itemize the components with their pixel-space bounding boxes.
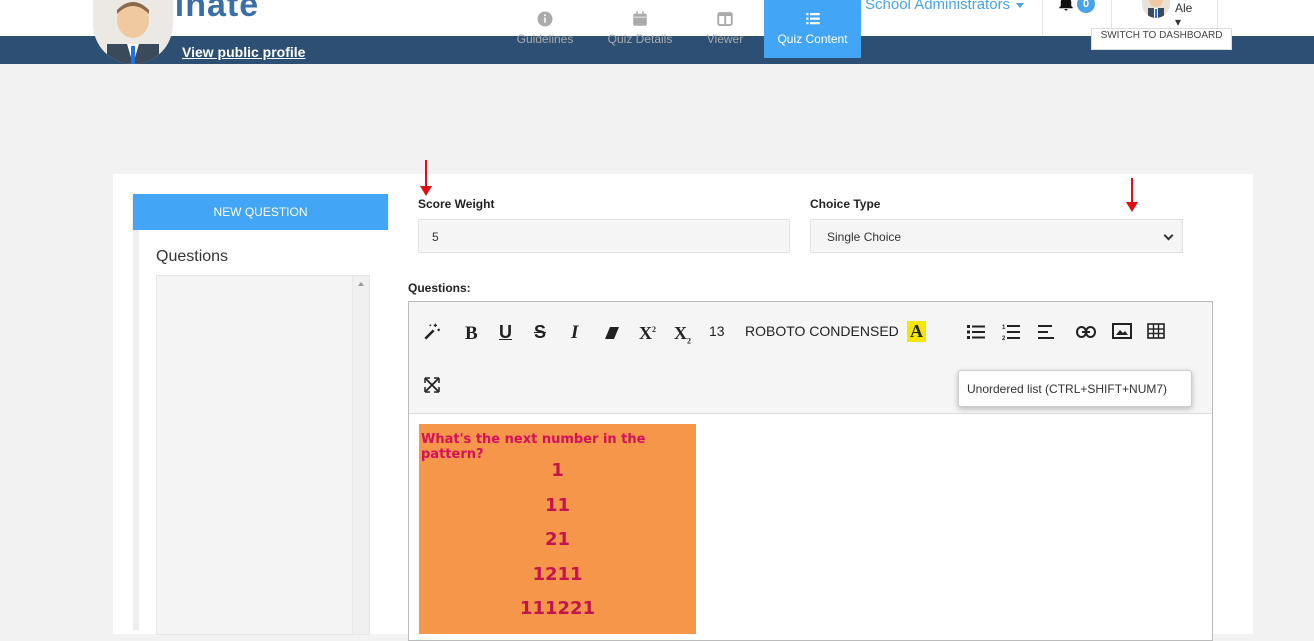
text-color-icon[interactable]: A	[907, 321, 926, 342]
scrollbar[interactable]	[352, 276, 369, 634]
tooltip: Unordered list (CTRL+SHIFT+NUM7)	[958, 370, 1192, 407]
bell-icon[interactable]	[1057, 0, 1075, 17]
view-public-profile-link[interactable]: View public profile	[182, 44, 305, 60]
notification-badge: 0	[1077, 0, 1095, 13]
tab-label: Viewer	[706, 32, 744, 46]
image-icon[interactable]	[1112, 323, 1132, 344]
font-family-select[interactable]: ROBOTO CONDENSED	[745, 323, 899, 339]
user-name-text: Ale	[1175, 1, 1193, 15]
tab-guidelines[interactable]: Guidelines	[506, 0, 584, 58]
calendar-icon	[633, 11, 647, 26]
score-weight-input[interactable]: 5	[418, 219, 790, 253]
tab-label: Quiz Content	[777, 32, 848, 46]
score-weight-label: Score Weight	[418, 197, 495, 211]
avatar	[1142, 0, 1170, 18]
choice-type-label: Choice Type	[810, 197, 881, 211]
font-size-select[interactable]: 13	[709, 323, 725, 339]
pattern-number: 111221	[519, 598, 596, 619]
annotation-arrow	[1126, 178, 1138, 212]
magic-wand-icon[interactable]	[422, 322, 442, 347]
pattern-number: 21	[544, 529, 571, 550]
link-icon[interactable]	[1076, 325, 1096, 343]
unordered-list-icon[interactable]	[967, 324, 985, 345]
eraser-icon[interactable]	[605, 326, 619, 344]
tab-viewer[interactable]: Viewer	[694, 0, 756, 58]
new-question-button[interactable]: NEW QUESTION	[133, 194, 388, 230]
role-dropdown[interactable]: School Administrators	[865, 0, 1025, 13]
svg-text:2: 2	[1002, 336, 1006, 341]
switch-dashboard-button[interactable]: SWITCH TO DASHBOARD	[1091, 28, 1232, 50]
align-icon[interactable]	[1038, 325, 1054, 344]
underline-icon[interactable]: U	[499, 322, 512, 343]
choice-type-select[interactable]: Single Choice	[810, 219, 1183, 253]
list-icon	[805, 13, 820, 25]
ordered-list-icon[interactable]: 12	[1002, 323, 1020, 346]
italic-icon[interactable]: I	[571, 322, 578, 344]
tab-label: Quiz Details	[607, 32, 673, 46]
tab-quiz-details[interactable]: Quiz Details	[600, 0, 680, 58]
tab-label: Guidelines	[516, 32, 574, 46]
divider	[1042, 0, 1043, 36]
svg-text:1: 1	[1002, 325, 1006, 331]
pattern-number: 1	[551, 460, 564, 481]
pattern-number: 11	[544, 495, 571, 516]
questions-list[interactable]	[156, 275, 370, 635]
subscript-icon[interactable]: X2	[674, 323, 691, 346]
scroll-up-icon[interactable]	[358, 282, 364, 286]
pattern-number: 1211	[532, 564, 583, 585]
tab-quiz-content[interactable]: Quiz Content	[764, 0, 861, 58]
annotation-arrow	[420, 160, 432, 196]
fullscreen-icon[interactable]	[424, 377, 440, 398]
chevron-down-icon	[1163, 230, 1174, 241]
choice-type-value: Single Choice	[827, 230, 902, 244]
table-icon[interactable]	[1147, 323, 1165, 344]
user-name: Ale ▾	[1175, 1, 1193, 29]
image-title: What's the next number in the pattern?	[421, 432, 646, 462]
superscript-icon[interactable]: X2	[639, 323, 656, 344]
questions-title: Questions	[156, 248, 229, 265]
chevron-down-icon	[1016, 2, 1025, 8]
columns-icon	[717, 12, 733, 26]
role-dropdown-label: School Administrators	[865, 0, 1011, 13]
bold-icon[interactable]: B	[465, 323, 478, 345]
strikethrough-icon[interactable]: S	[534, 322, 546, 343]
question-image: What's the next number in the pattern? 1…	[419, 424, 696, 634]
info-icon	[537, 11, 553, 27]
questions-label: Questions:	[408, 281, 471, 295]
